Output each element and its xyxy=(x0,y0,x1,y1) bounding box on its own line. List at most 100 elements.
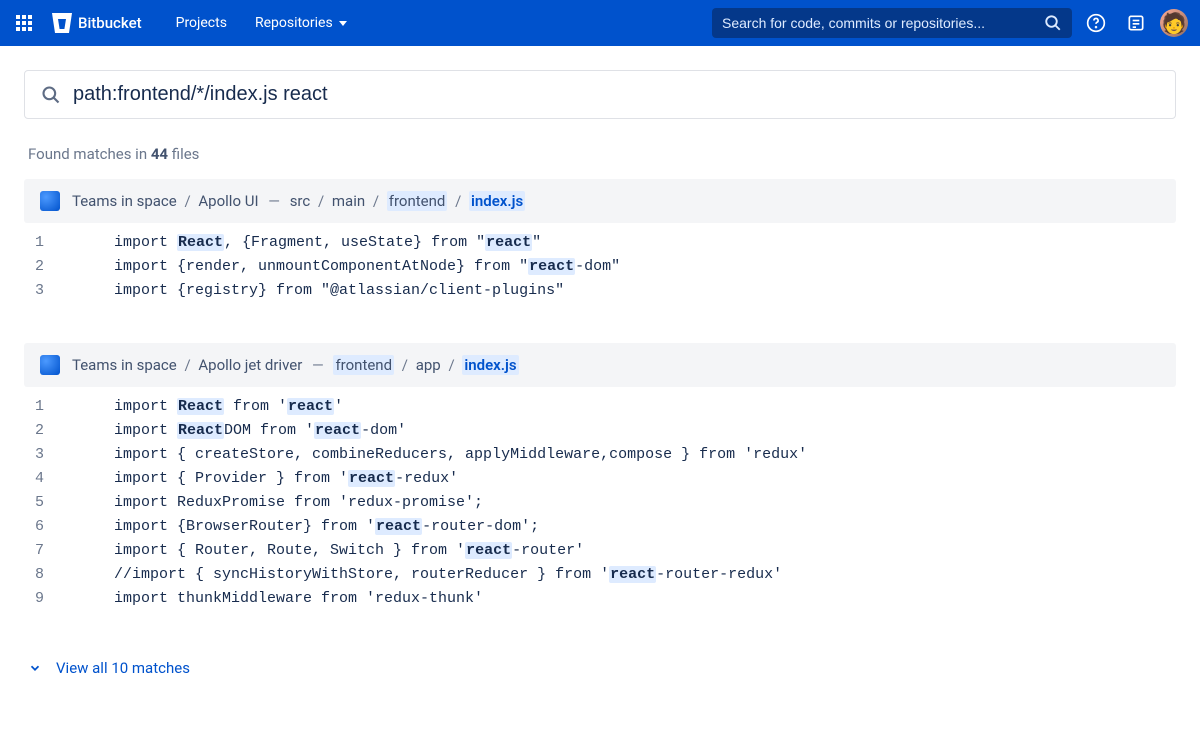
match-highlight: react xyxy=(314,422,361,439)
line-content: import ReactDOM from 'react-dom' xyxy=(74,419,1176,443)
result-breadcrumb: Teams in space / Apollo UI — src / main … xyxy=(72,192,525,210)
code-line[interactable]: 2import ReactDOM from 'react-dom' xyxy=(24,419,1176,443)
line-number: 2 xyxy=(24,419,74,443)
nav-repositories-label: Repositories xyxy=(255,15,333,31)
line-number: 4 xyxy=(24,467,74,491)
whats-new-icon[interactable] xyxy=(1120,7,1152,39)
search-icon[interactable] xyxy=(1044,14,1062,32)
bitbucket-logomark-icon xyxy=(52,13,72,33)
line-content: import {registry} from "@atlassian/clien… xyxy=(74,279,1176,303)
nav-repositories[interactable]: Repositories xyxy=(245,9,357,37)
code-block: 1import React from 'react'2import ReactD… xyxy=(24,395,1176,611)
user-avatar[interactable]: 🧑 xyxy=(1160,9,1188,37)
code-line[interactable]: 9import thunkMiddleware from 'redux-thun… xyxy=(24,587,1176,611)
line-content: import React, {Fragment, useState} from … xyxy=(74,231,1176,255)
code-block: 1import React, {Fragment, useState} from… xyxy=(24,231,1176,303)
nav-right: 🧑 xyxy=(712,7,1188,39)
path-segment: src xyxy=(290,192,311,210)
chevron-down-icon xyxy=(339,21,347,26)
summary-prefix: Found matches in xyxy=(28,145,151,163)
brand-text: Bitbucket xyxy=(78,14,142,32)
chevron-down-icon[interactable] xyxy=(28,661,42,675)
global-search-input[interactable] xyxy=(722,15,1038,31)
separator: / xyxy=(451,192,465,210)
code-line[interactable]: 2import {render, unmountComponentAtNode}… xyxy=(24,255,1176,279)
app-switcher-icon[interactable] xyxy=(12,11,36,35)
match-highlight: React xyxy=(177,422,224,439)
project-name[interactable]: Teams in space xyxy=(72,356,177,374)
code-line[interactable]: 8//import { syncHistoryWithStore, router… xyxy=(24,563,1176,587)
global-search[interactable] xyxy=(712,8,1072,38)
path-segment: main xyxy=(332,192,365,210)
line-number: 8 xyxy=(24,563,74,587)
line-number: 7 xyxy=(24,539,74,563)
code-line[interactable]: 3import {registry} from "@atlassian/clie… xyxy=(24,279,1176,303)
separator: / xyxy=(314,192,328,210)
code-line[interactable]: 5import ReduxPromise from 'redux-promise… xyxy=(24,491,1176,515)
code-line[interactable]: 1import React from 'react' xyxy=(24,395,1176,419)
view-all-link[interactable]: View all 10 matches xyxy=(56,659,190,677)
nav-projects[interactable]: Projects xyxy=(166,9,237,37)
path-segment: frontend xyxy=(333,355,394,375)
match-highlight: react xyxy=(348,470,395,487)
separator: — xyxy=(308,356,327,374)
match-highlight: react xyxy=(375,518,422,535)
line-content: import { createStore, combineReducers, a… xyxy=(74,443,1176,467)
match-highlight: react xyxy=(485,234,532,251)
match-highlight: react xyxy=(609,566,656,583)
code-search-input[interactable] xyxy=(73,83,1159,106)
project-name[interactable]: Teams in space xyxy=(72,192,177,210)
code-line[interactable]: 4import { Provider } from 'react-redux' xyxy=(24,467,1176,491)
result-header[interactable]: Teams in space / Apollo UI — src / main … xyxy=(24,179,1176,223)
line-content: import {BrowserRouter} from 'react-route… xyxy=(74,515,1176,539)
bitbucket-logo[interactable]: Bitbucket xyxy=(52,13,142,33)
match-highlight: React xyxy=(177,398,224,415)
results-summary: Found matches in 44 files xyxy=(24,145,1176,163)
repo-name[interactable]: Apollo UI xyxy=(198,192,258,210)
line-content: import { Provider } from 'react-redux' xyxy=(74,467,1176,491)
line-content: import {render, unmountComponentAtNode} … xyxy=(74,255,1176,279)
line-number: 3 xyxy=(24,279,74,303)
line-number: 1 xyxy=(24,395,74,419)
line-number: 3 xyxy=(24,443,74,467)
search-icon xyxy=(41,85,61,105)
code-line[interactable]: 3import { createStore, combineReducers, … xyxy=(24,443,1176,467)
code-line[interactable]: 7import { Router, Route, Switch } from '… xyxy=(24,539,1176,563)
search-results-page: Found matches in 44 files Teams in space… xyxy=(0,46,1200,709)
nav-projects-label: Projects xyxy=(176,15,227,31)
top-nav: Bitbucket Projects Repositories 🧑 xyxy=(0,0,1200,46)
separator: — xyxy=(265,192,284,210)
line-content: import React from 'react' xyxy=(74,395,1176,419)
path-segment: app xyxy=(416,356,441,374)
view-all-row: View all 10 matches xyxy=(24,651,1176,685)
line-number: 1 xyxy=(24,231,74,255)
match-highlight: react xyxy=(528,258,575,275)
repo-icon xyxy=(40,191,60,211)
summary-suffix: files xyxy=(168,145,199,163)
line-content: import ReduxPromise from 'redux-promise'… xyxy=(74,491,1176,515)
line-content: //import { syncHistoryWithStore, routerR… xyxy=(74,563,1176,587)
code-line[interactable]: 1import React, {Fragment, useState} from… xyxy=(24,231,1176,255)
separator: / xyxy=(398,356,412,374)
result-header[interactable]: Teams in space / Apollo jet driver — fro… xyxy=(24,343,1176,387)
match-highlight: react xyxy=(465,542,512,559)
repo-name[interactable]: Apollo jet driver xyxy=(198,356,302,374)
result-breadcrumb: Teams in space / Apollo jet driver — fro… xyxy=(72,356,519,374)
line-number: 2 xyxy=(24,255,74,279)
separator: / xyxy=(369,192,383,210)
file-link[interactable]: index.js xyxy=(462,355,518,375)
separator: / xyxy=(181,356,195,374)
line-content: import { Router, Route, Switch } from 'r… xyxy=(74,539,1176,563)
code-line[interactable]: 6import {BrowserRouter} from 'react-rout… xyxy=(24,515,1176,539)
match-highlight: react xyxy=(287,398,334,415)
path-segment: frontend xyxy=(387,191,448,211)
nav-left: Bitbucket Projects Repositories xyxy=(12,9,357,37)
help-icon[interactable] xyxy=(1080,7,1112,39)
file-link[interactable]: index.js xyxy=(469,191,525,211)
line-number: 6 xyxy=(24,515,74,539)
match-highlight: React xyxy=(177,234,224,251)
code-search-box[interactable] xyxy=(24,70,1176,119)
repo-icon xyxy=(40,355,60,375)
summary-count: 44 xyxy=(151,145,168,163)
line-number: 5 xyxy=(24,491,74,515)
